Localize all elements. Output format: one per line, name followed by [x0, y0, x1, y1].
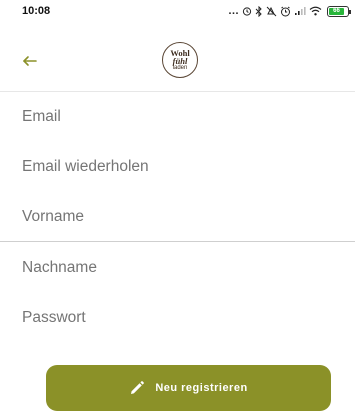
- register-button-label: Neu registrieren: [155, 382, 248, 394]
- arrow-left-icon: [23, 56, 37, 66]
- status-icons: … 66: [228, 2, 351, 20]
- password-field[interactable]: [22, 303, 332, 333]
- lastname-field[interactable]: [22, 253, 332, 283]
- status-bar: 10:08 … 66: [0, 0, 355, 22]
- pencil-icon: [131, 381, 145, 394]
- signal-icon: [295, 7, 306, 15]
- battery-level: 66: [329, 7, 344, 15]
- register-button[interactable]: Neu registrieren: [46, 365, 331, 411]
- firstname-field[interactable]: [22, 202, 332, 232]
- mute-icon: [266, 6, 277, 16]
- more-notifications-icon: …: [228, 5, 239, 17]
- clock-icon: [281, 6, 290, 16]
- alarm-icon: [242, 7, 252, 16]
- logo-text-line3: laden: [172, 65, 188, 71]
- battery-icon: 66: [327, 5, 351, 17]
- brand-logo: Wohl fühl laden: [162, 42, 198, 78]
- back-button[interactable]: [18, 49, 42, 73]
- email-repeat-field[interactable]: [22, 152, 332, 182]
- field-divider: [0, 241, 355, 242]
- bluetooth-icon: [255, 5, 262, 17]
- status-time: 10:08: [22, 5, 51, 17]
- email-field[interactable]: [22, 102, 332, 132]
- header-divider: [0, 91, 355, 92]
- logo-text-line2: fühl: [172, 56, 188, 66]
- header: Wohl fühl laden: [0, 42, 355, 92]
- wifi-icon: [309, 6, 322, 16]
